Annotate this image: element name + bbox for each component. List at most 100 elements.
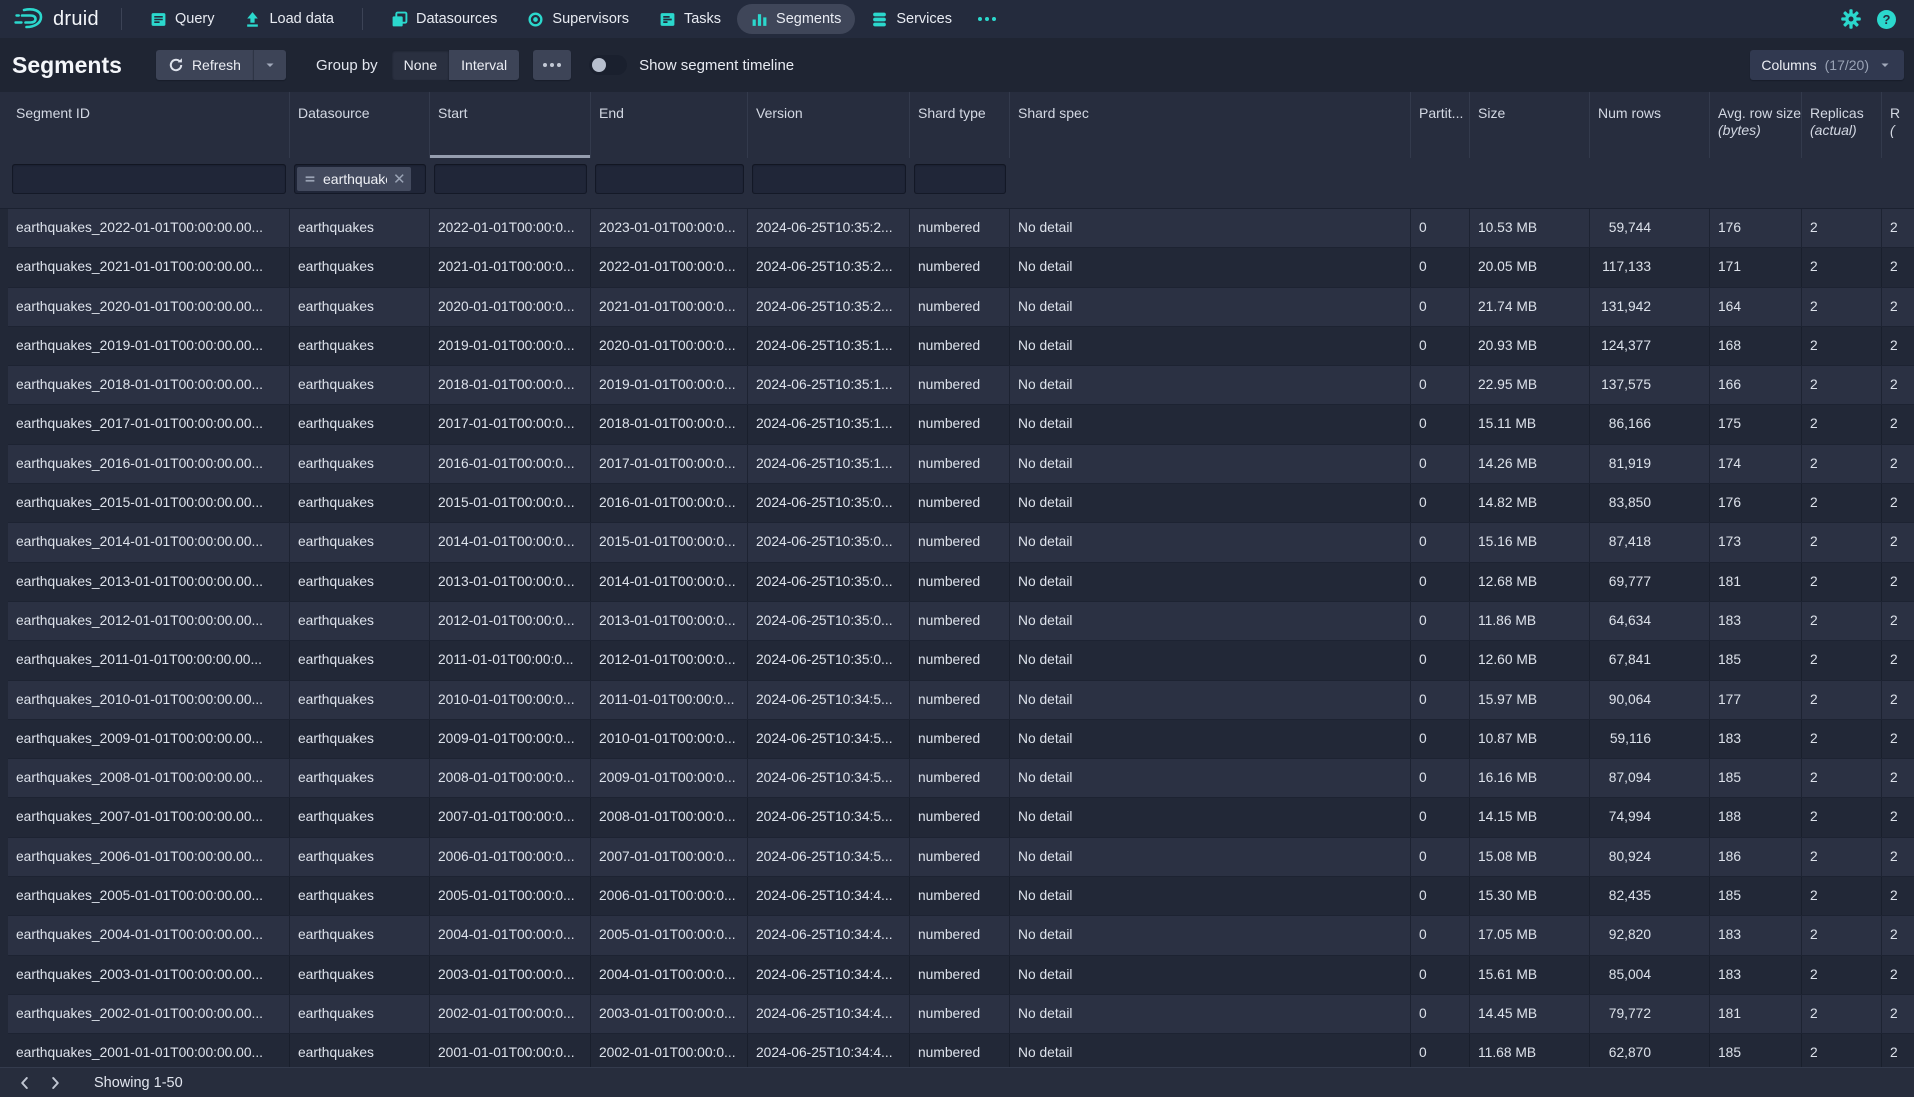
cell-shard_type[interactable]: numbered [910, 681, 1010, 719]
cell-segment_id[interactable]: earthquakes_2022-01-01T00:00:00.00... [8, 209, 290, 247]
cell-datasource[interactable]: earthquakes [290, 681, 430, 719]
cell-end[interactable]: 2005-01-01T00:00:0... [591, 916, 748, 954]
cell-shard_type[interactable]: numbered [910, 248, 1010, 286]
cell-replicas[interactable]: 2 [1802, 798, 1882, 836]
cell-size[interactable]: 20.93 MB [1470, 327, 1590, 365]
cell-repl_factor[interactable]: 2 [1882, 366, 1914, 404]
cell-shard_spec[interactable]: No detail [1010, 681, 1411, 719]
cell-start[interactable]: 2015-01-01T00:00:0... [430, 484, 591, 522]
cell-start[interactable]: 2018-01-01T00:00:0... [430, 366, 591, 404]
cell-size[interactable]: 12.60 MB [1470, 641, 1590, 679]
cell-shard_type[interactable]: numbered [910, 877, 1010, 915]
cell-version[interactable]: 2024-06-25T10:34:4... [748, 956, 910, 994]
cell-avg_row_size[interactable]: 185 [1710, 759, 1802, 797]
cell-repl_factor[interactable]: 2 [1882, 759, 1914, 797]
cell-segment_id[interactable]: earthquakes_2007-01-01T00:00:00.00... [8, 798, 290, 836]
cell-num_rows[interactable]: 69,777 [1590, 563, 1710, 601]
cell-start[interactable]: 2013-01-01T00:00:0... [430, 563, 591, 601]
cell-start[interactable]: 2001-01-01T00:00:0... [430, 1034, 591, 1067]
cell-num_rows[interactable]: 137,575 [1590, 366, 1710, 404]
cell-size[interactable]: 11.68 MB [1470, 1034, 1590, 1067]
cell-shard_spec[interactable]: No detail [1010, 484, 1411, 522]
cell-partition[interactable]: 0 [1411, 1034, 1470, 1067]
cell-shard_spec[interactable]: No detail [1010, 916, 1411, 954]
cell-repl_factor[interactable]: 2 [1882, 523, 1914, 561]
cell-segment_id[interactable]: earthquakes_2014-01-01T00:00:00.00... [8, 523, 290, 561]
cell-repl_factor[interactable]: 2 [1882, 838, 1914, 876]
column-header-shard_spec[interactable]: Shard spec [1010, 92, 1411, 158]
cell-partition[interactable]: 0 [1411, 759, 1470, 797]
cell-partition[interactable]: 0 [1411, 288, 1470, 326]
nav-item-services[interactable]: Services [857, 4, 966, 34]
cell-segment_id[interactable]: earthquakes_2019-01-01T00:00:00.00... [8, 327, 290, 365]
cell-shard_spec[interactable]: No detail [1010, 445, 1411, 483]
group-by-interval-button[interactable]: Interval [449, 50, 519, 80]
cell-shard_spec[interactable]: No detail [1010, 759, 1411, 797]
cell-size[interactable]: 10.87 MB [1470, 720, 1590, 758]
druid-logo[interactable]: druid [10, 6, 107, 32]
cell-version[interactable]: 2024-06-25T10:35:1... [748, 366, 910, 404]
cell-size[interactable]: 10.53 MB [1470, 209, 1590, 247]
cell-partition[interactable]: 0 [1411, 798, 1470, 836]
column-header-shard_type[interactable]: Shard type [910, 92, 1010, 158]
cell-segment_id[interactable]: earthquakes_2017-01-01T00:00:00.00... [8, 405, 290, 443]
cell-version[interactable]: 2024-06-25T10:34:5... [748, 798, 910, 836]
cell-shard_type[interactable]: numbered [910, 288, 1010, 326]
cell-avg_row_size[interactable]: 177 [1710, 681, 1802, 719]
cell-partition[interactable]: 0 [1411, 720, 1470, 758]
cell-shard_spec[interactable]: No detail [1010, 602, 1411, 640]
cell-version[interactable]: 2024-06-25T10:35:1... [748, 445, 910, 483]
cell-num_rows[interactable]: 124,377 [1590, 327, 1710, 365]
cell-repl_factor[interactable]: 2 [1882, 248, 1914, 286]
cell-avg_row_size[interactable]: 176 [1710, 209, 1802, 247]
cell-segment_id[interactable]: earthquakes_2015-01-01T00:00:00.00... [8, 484, 290, 522]
filter-input-end[interactable] [595, 164, 744, 194]
cell-version[interactable]: 2024-06-25T10:34:5... [748, 759, 910, 797]
cell-shard_spec[interactable]: No detail [1010, 995, 1411, 1033]
column-header-replicas[interactable]: Replicas(actual) [1802, 92, 1882, 158]
cell-start[interactable]: 2021-01-01T00:00:0... [430, 248, 591, 286]
cell-datasource[interactable]: earthquakes [290, 995, 430, 1033]
cell-avg_row_size[interactable]: 164 [1710, 288, 1802, 326]
cell-start[interactable]: 2012-01-01T00:00:0... [430, 602, 591, 640]
cell-end[interactable]: 2013-01-01T00:00:0... [591, 602, 748, 640]
datasource-filter-chip[interactable]: earthquake✕ [297, 167, 411, 191]
column-header-start[interactable]: Start [430, 92, 591, 158]
cell-shard_spec[interactable]: No detail [1010, 720, 1411, 758]
cell-segment_id[interactable]: earthquakes_2018-01-01T00:00:00.00... [8, 366, 290, 404]
cell-replicas[interactable]: 2 [1802, 405, 1882, 443]
cell-num_rows[interactable]: 59,116 [1590, 720, 1710, 758]
cell-version[interactable]: 2024-06-25T10:34:4... [748, 1034, 910, 1067]
cell-size[interactable]: 21.74 MB [1470, 288, 1590, 326]
filter-input-datasource[interactable]: earthquake✕ [294, 164, 426, 194]
cell-partition[interactable]: 0 [1411, 405, 1470, 443]
cell-start[interactable]: 2007-01-01T00:00:0... [430, 798, 591, 836]
cell-replicas[interactable]: 2 [1802, 1034, 1882, 1067]
cell-avg_row_size[interactable]: 173 [1710, 523, 1802, 561]
cell-avg_row_size[interactable]: 185 [1710, 641, 1802, 679]
cell-start[interactable]: 2010-01-01T00:00:0... [430, 681, 591, 719]
cell-replicas[interactable]: 2 [1802, 995, 1882, 1033]
cell-num_rows[interactable]: 64,634 [1590, 602, 1710, 640]
cell-avg_row_size[interactable]: 176 [1710, 484, 1802, 522]
cell-shard_type[interactable]: numbered [910, 720, 1010, 758]
nav-more-button[interactable] [966, 11, 1008, 27]
cell-datasource[interactable]: earthquakes [290, 563, 430, 601]
cell-size[interactable]: 15.16 MB [1470, 523, 1590, 561]
filter-input-start[interactable] [434, 164, 587, 194]
cell-shard_type[interactable]: numbered [910, 563, 1010, 601]
column-header-size[interactable]: Size [1470, 92, 1590, 158]
cell-avg_row_size[interactable]: 185 [1710, 1034, 1802, 1067]
cell-size[interactable]: 22.95 MB [1470, 366, 1590, 404]
cell-num_rows[interactable]: 59,744 [1590, 209, 1710, 247]
cell-datasource[interactable]: earthquakes [290, 445, 430, 483]
cell-shard_type[interactable]: numbered [910, 916, 1010, 954]
cell-start[interactable]: 2008-01-01T00:00:0... [430, 759, 591, 797]
cell-start[interactable]: 2017-01-01T00:00:0... [430, 405, 591, 443]
cell-avg_row_size[interactable]: 166 [1710, 366, 1802, 404]
cell-datasource[interactable]: earthquakes [290, 523, 430, 561]
cell-avg_row_size[interactable]: 188 [1710, 798, 1802, 836]
cell-shard_type[interactable]: numbered [910, 995, 1010, 1033]
cell-shard_type[interactable]: numbered [910, 602, 1010, 640]
cell-avg_row_size[interactable]: 181 [1710, 995, 1802, 1033]
